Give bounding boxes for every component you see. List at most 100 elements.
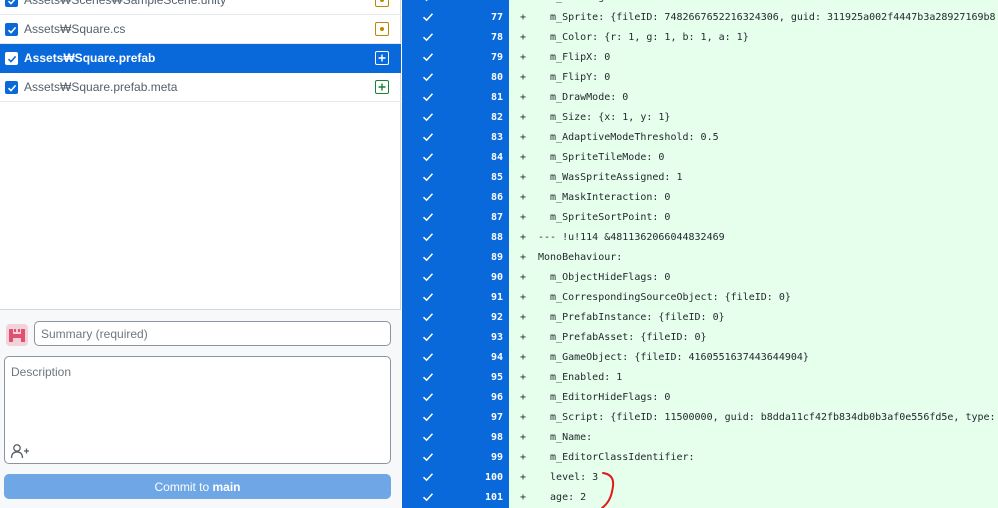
line-number: 86	[490, 192, 503, 203]
diff-line: 80 + m_FlipY: 0	[402, 67, 998, 87]
added-line-marker: +	[520, 172, 527, 183]
summary-input[interactable]	[34, 321, 391, 346]
line-include-checkmark-icon[interactable]	[422, 71, 434, 83]
added-line-marker: +	[520, 352, 527, 363]
added-line-marker: +	[520, 332, 527, 343]
added-line-marker: +	[520, 52, 527, 63]
line-include-checkmark-icon[interactable]	[422, 0, 434, 3]
line-number: 84	[490, 152, 503, 163]
commit-button[interactable]: Commit to main	[4, 474, 391, 499]
diff-line: 97 + m_Script: {fileID: 11500000, guid: b…	[402, 407, 998, 427]
line-number: 80	[490, 72, 503, 83]
file-checkbox[interactable]	[5, 52, 18, 65]
line-include-checkmark-icon[interactable]	[422, 151, 434, 163]
diff-line: 86 + m_MaskInteraction: 0	[402, 187, 998, 207]
added-line-marker: +	[520, 0, 526, 3]
added-line-marker: +	[520, 492, 527, 503]
diff-line: 88 + --- !u!114 &4811362066044832469	[402, 227, 998, 247]
line-include-checkmark-icon[interactable]	[422, 291, 434, 303]
diff-line: 91 + m_CorrespondingSourceObject: {fileID…	[402, 287, 998, 307]
added-line-marker: +	[520, 392, 527, 403]
diff-line: 85 + m_WasSpriteAssigned: 1	[402, 167, 998, 187]
line-code: m_PrefabAsset: {fileID: 0}	[538, 332, 707, 343]
line-code: m_GameObject: {fileID: 41605516374436449…	[538, 352, 809, 363]
line-number: 90	[490, 272, 503, 283]
line-include-checkmark-icon[interactable]	[422, 451, 434, 463]
added-line-marker: +	[520, 212, 527, 223]
line-include-checkmark-icon[interactable]	[422, 171, 434, 183]
diff-line: 96 + m_EditorHideFlags: 0	[402, 387, 998, 407]
line-code: m_Enabled: 1	[538, 372, 623, 383]
file-checkbox[interactable]	[5, 81, 18, 94]
checkmark-icon	[7, 55, 16, 63]
diff-line: 83 + m_AdaptiveModeThreshold: 0.5	[402, 127, 998, 147]
line-include-checkmark-icon[interactable]	[422, 311, 434, 323]
file-row[interactable]: Assets₩Scenes₩SampleScene.unity	[0, 0, 401, 15]
added-line-marker: +	[520, 92, 527, 103]
line-number: 101	[484, 492, 503, 503]
added-line-marker: +	[520, 292, 527, 303]
line-include-checkmark-icon[interactable]	[422, 51, 434, 63]
file-name: Assets₩Scenes₩SampleScene.unity	[24, 0, 227, 7]
line-include-checkmark-icon[interactable]	[422, 211, 434, 223]
line-code: m_WasSpriteAssigned: 1	[538, 172, 683, 183]
line-include-checkmark-icon[interactable]	[422, 191, 434, 203]
line-include-checkmark-icon[interactable]	[422, 471, 434, 483]
file-name: Assets₩Square.prefab.meta	[24, 80, 178, 94]
diff-line: 95 + m_Enabled: 1	[402, 367, 998, 387]
file-name: Assets₩Square.cs	[24, 22, 126, 36]
checkmark-icon	[7, 84, 16, 92]
line-include-checkmark-icon[interactable]	[422, 131, 434, 143]
line-include-checkmark-icon[interactable]	[422, 91, 434, 103]
file-checkbox[interactable]	[5, 23, 18, 36]
line-include-checkmark-icon[interactable]	[422, 231, 434, 243]
line-number: 93	[490, 332, 503, 343]
file-checkbox[interactable]	[5, 0, 18, 7]
line-include-checkmark-icon[interactable]	[422, 371, 434, 383]
line-code: m_Sprite: {fileID: 7482667652216324306, …	[538, 12, 996, 23]
line-include-checkmark-icon[interactable]	[422, 491, 434, 503]
diff-line: 101 + age: 2	[402, 487, 998, 507]
checkmark-icon	[7, 0, 15, 5]
line-include-checkmark-icon[interactable]	[422, 331, 434, 343]
description-box	[4, 356, 391, 464]
line-code: MonoBehaviour:	[538, 252, 623, 263]
line-include-checkmark-icon[interactable]	[422, 11, 434, 23]
line-include-checkmark-icon[interactable]	[422, 351, 434, 363]
line-include-checkmark-icon[interactable]	[422, 31, 434, 43]
diff-line: 87 + m_SpriteSortPoint: 0	[402, 207, 998, 227]
add-coauthor-icon[interactable]	[10, 443, 30, 459]
file-row[interactable]: Assets₩Square.cs	[0, 15, 401, 44]
line-number: 96	[490, 392, 503, 403]
commit-branch-name: main	[212, 479, 241, 494]
line-number: 77	[490, 12, 503, 23]
line-include-checkmark-icon[interactable]	[422, 411, 434, 423]
avatar	[6, 324, 28, 346]
description-input[interactable]	[6, 358, 389, 438]
line-include-checkmark-icon[interactable]	[422, 431, 434, 443]
line-number: 83	[490, 132, 503, 143]
line-include-checkmark-icon[interactable]	[422, 111, 434, 123]
line-number: 81	[490, 92, 503, 103]
checkmark-icon	[7, 26, 16, 34]
line-code: level: 3	[538, 472, 599, 483]
changes-panel: Assets₩Scenes₩SampleScene.unity Assets₩Sq…	[0, 0, 401, 508]
file-row[interactable]: Assets₩Square.prefab.meta	[0, 73, 401, 102]
line-include-checkmark-icon[interactable]	[422, 391, 434, 403]
line-code: m_FlipX: 0	[538, 52, 611, 63]
file-row[interactable]: Assets₩Square.prefab	[0, 44, 401, 73]
file-added-icon	[375, 80, 389, 94]
line-include-checkmark-icon[interactable]	[422, 251, 434, 263]
line-code: m_SpriteTileMode: 0	[538, 152, 665, 163]
file-name: Assets₩Square.prefab	[24, 51, 156, 65]
added-line-marker: +	[520, 132, 527, 143]
line-include-checkmark-icon[interactable]	[422, 271, 434, 283]
line-code: m_SpriteSortPoint: 0	[538, 212, 671, 223]
line-number: 85	[490, 172, 503, 183]
added-line-marker: +	[520, 152, 527, 163]
line-code: m_EditorHideFlags: 0	[538, 392, 671, 403]
line-code: m_DrawMode: 0	[538, 92, 629, 103]
line-code: m_AdaptiveModeThreshold: 0.5	[538, 132, 719, 143]
diff-line: 93 + m_PrefabAsset: {fileID: 0}	[402, 327, 998, 347]
line-code: m_Size: {x: 1, y: 1}	[538, 112, 671, 123]
